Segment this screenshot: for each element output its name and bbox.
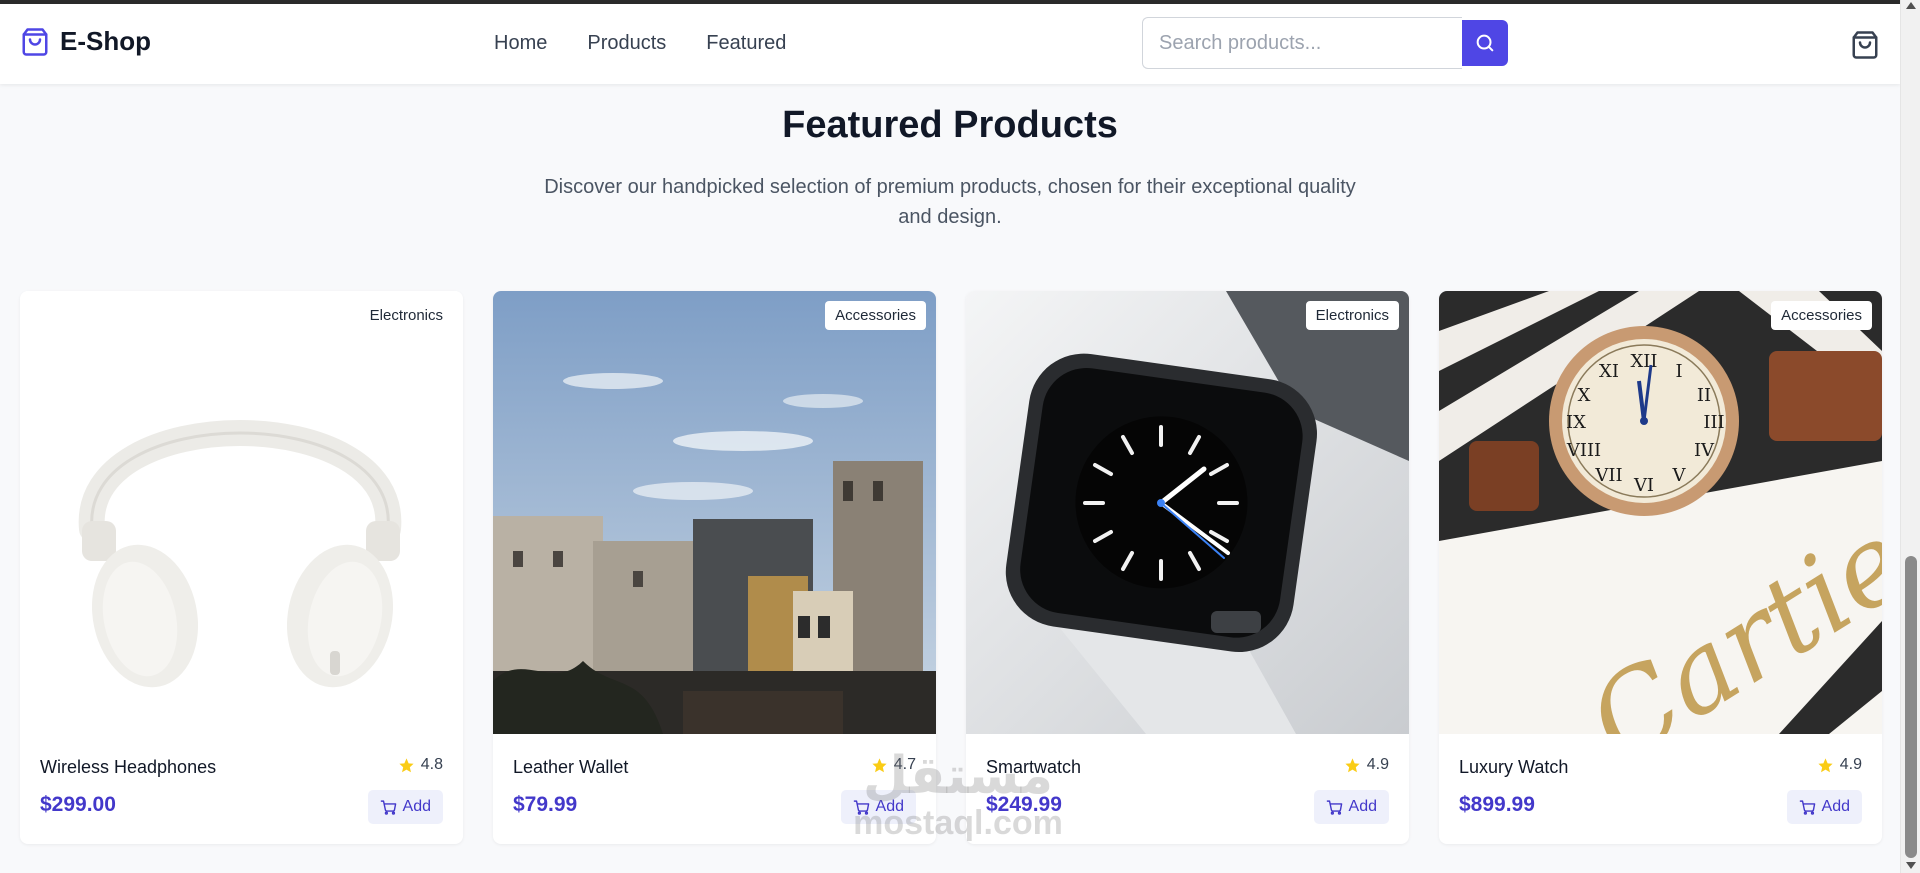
svg-text:VIII: VIII: [1566, 440, 1601, 461]
add-to-cart-button[interactable]: Add: [367, 790, 443, 824]
rating-value: 4.7: [893, 756, 916, 773]
product-rating: 4.9: [1817, 756, 1862, 774]
svg-text:XI: XI: [1599, 361, 1619, 382]
product-card[interactable]: XII I II III IV V VI VII VIII IX X XI Ca…: [1439, 291, 1882, 844]
shopping-cart-icon: [1799, 799, 1815, 815]
svg-text:IV: IV: [1694, 440, 1715, 461]
product-rating: 4.7: [871, 756, 916, 774]
product-card[interactable]: Accessories Leather Wallet 4.7 $79.99 Ad…: [493, 291, 936, 844]
shopping-cart-icon: [380, 799, 396, 815]
nav-home-link[interactable]: Home: [494, 32, 547, 55]
svg-text:XII: XII: [1630, 351, 1657, 372]
svg-text:II: II: [1697, 385, 1711, 406]
nav-products-link[interactable]: Products: [587, 32, 666, 55]
svg-text:V: V: [1672, 465, 1687, 486]
brand-logo[interactable]: E-Shop: [20, 26, 151, 57]
brand-name: E-Shop: [60, 26, 151, 56]
product-name[interactable]: Wireless Headphones: [40, 757, 216, 778]
scroll-down-arrow[interactable]: [1906, 862, 1916, 869]
add-to-cart-button[interactable]: Add: [1313, 790, 1389, 824]
add-label: Add: [1348, 798, 1377, 815]
product-card[interactable]: Electronics Wireless Headphones 4.8 $299…: [20, 291, 463, 844]
add-label: Add: [875, 798, 904, 815]
product-name[interactable]: Smartwatch: [986, 757, 1081, 778]
star-icon: [872, 757, 887, 772]
product-price: $79.99: [513, 793, 578, 816]
category-badge: Accessories: [1771, 301, 1872, 330]
svg-text:X: X: [1578, 385, 1591, 406]
rating-value: 4.9: [1366, 756, 1389, 773]
category-badge: Electronics: [1305, 301, 1399, 330]
product-rating: 4.9: [1344, 756, 1389, 774]
rating-value: 4.9: [1839, 756, 1862, 773]
smartwatch-image: [966, 291, 1409, 734]
add-label: Add: [1821, 798, 1850, 815]
product-name[interactable]: Leather Wallet: [513, 757, 628, 778]
svg-text:VI: VI: [1633, 475, 1654, 496]
svg-text:III: III: [1703, 412, 1724, 433]
svg-text:I: I: [1675, 361, 1682, 382]
site-header: E-Shop Home Products Featured: [0, 4, 1900, 84]
shopping-cart-icon: [1326, 799, 1342, 815]
add-to-cart-button[interactable]: Add: [840, 790, 916, 824]
search-button[interactable]: [1462, 20, 1508, 66]
section-title: Featured Products: [782, 104, 1118, 146]
product-rating: 4.8: [398, 756, 443, 774]
product-price: $899.99: [1459, 793, 1535, 816]
star-icon: [1345, 757, 1360, 772]
main-nav: Home Products Featured: [494, 32, 786, 55]
search-bar: [1142, 17, 1508, 69]
search-icon: [1476, 34, 1494, 52]
rating-value: 4.8: [420, 756, 443, 773]
product-name[interactable]: Luxury Watch: [1459, 757, 1568, 778]
shopping-bag-icon: [22, 27, 48, 56]
shopping-cart-icon: [853, 799, 869, 815]
category-badge: Accessories: [825, 301, 926, 330]
nav-featured-link[interactable]: Featured: [706, 32, 786, 55]
scroll-up-arrow[interactable]: [1906, 2, 1916, 9]
headphones-image: [20, 291, 463, 734]
product-image-headphones[interactable]: [20, 291, 463, 734]
add-label: Add: [402, 798, 431, 815]
product-image-luxury-watch[interactable]: XII I II III IV V VI VII VIII IX X XI Ca…: [1439, 291, 1882, 734]
product-card[interactable]: Electronics Smartwatch 4.9 $249.99 Add: [966, 291, 1409, 844]
svg-text:VII: VII: [1594, 465, 1622, 486]
cart-icon[interactable]: [1850, 30, 1880, 60]
product-price: $299.00: [40, 793, 116, 816]
star-icon: [399, 757, 414, 772]
svg-text:IX: IX: [1566, 412, 1586, 433]
search-input[interactable]: [1142, 17, 1462, 69]
luxury-watch-image: XII I II III IV V VI VII VIII IX X XI Ca…: [1439, 291, 1882, 734]
section-subtitle: Discover our handpicked selection of pre…: [544, 176, 1356, 228]
category-badge: Electronics: [359, 301, 453, 330]
add-to-cart-button[interactable]: Add: [1786, 790, 1862, 824]
vertical-scrollbar[interactable]: [1900, 0, 1920, 873]
scroll-thumb[interactable]: [1905, 556, 1917, 858]
star-icon: [1818, 757, 1833, 772]
city-buildings-image: [493, 291, 936, 734]
product-price: $249.99: [986, 793, 1062, 816]
product-image-wallet[interactable]: [493, 291, 936, 734]
product-image-smartwatch[interactable]: [966, 291, 1409, 734]
